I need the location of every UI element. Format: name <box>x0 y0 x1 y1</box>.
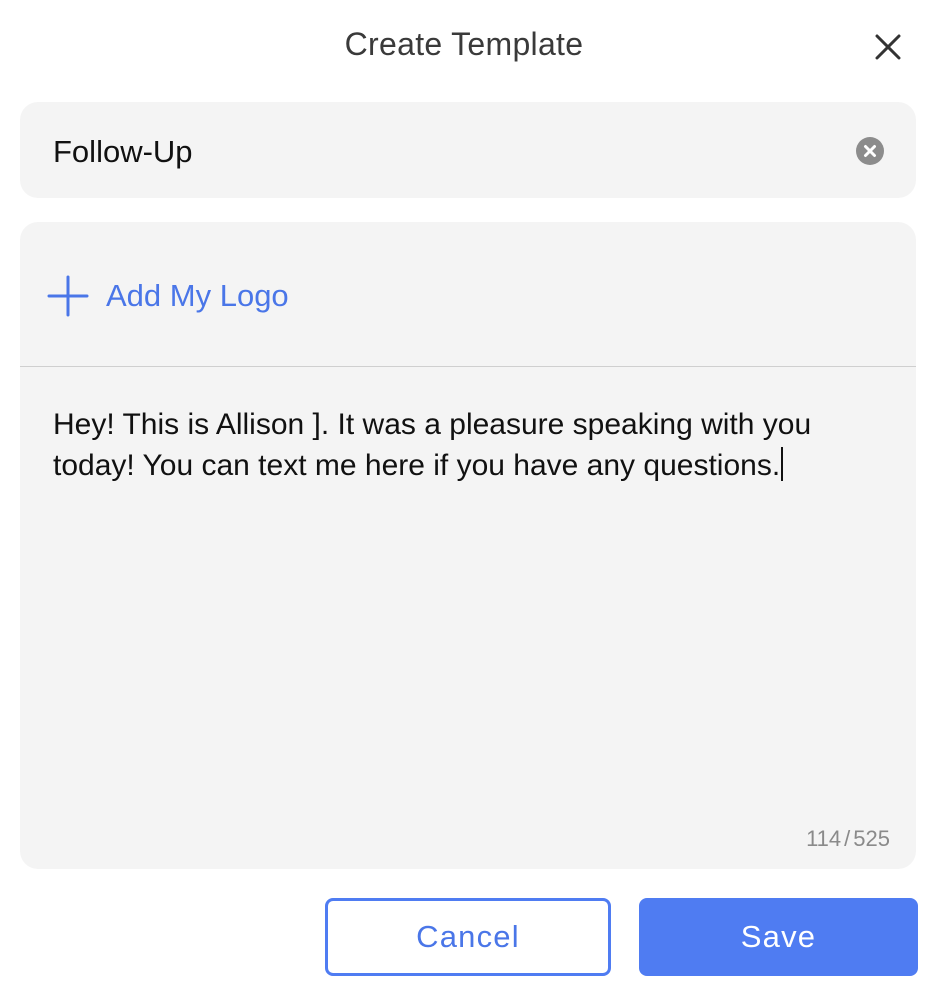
dialog-title: Create Template <box>344 26 584 62</box>
character-counter: 114/525 <box>806 826 890 852</box>
clear-circle-icon <box>856 137 884 165</box>
create-template-dialog: Create Template Add My Logo Hey! This is… <box>0 0 928 996</box>
editor-divider <box>20 366 916 367</box>
text-caret <box>781 447 784 481</box>
char-limit: 525 <box>853 826 890 851</box>
save-button[interactable]: Save <box>639 898 918 976</box>
counter-separator: / <box>844 826 851 851</box>
message-textarea[interactable]: Hey! This is Allison ]. It was a pleasur… <box>53 404 883 804</box>
cancel-button[interactable]: Cancel <box>325 898 611 976</box>
message-editor: Add My Logo Hey! This is Allison ]. It w… <box>20 222 916 869</box>
plus-icon <box>47 275 89 317</box>
clear-name-button[interactable] <box>856 137 884 165</box>
add-logo-label: Add My Logo <box>106 278 289 313</box>
template-name-input[interactable] <box>53 130 833 174</box>
template-name-field <box>20 102 916 198</box>
message-text: Hey! This is Allison ]. It was a pleasur… <box>53 408 820 482</box>
char-count: 114 <box>806 826 842 851</box>
close-button[interactable] <box>868 27 908 67</box>
close-icon <box>875 34 901 60</box>
add-logo-button[interactable]: Add My Logo <box>46 274 289 318</box>
